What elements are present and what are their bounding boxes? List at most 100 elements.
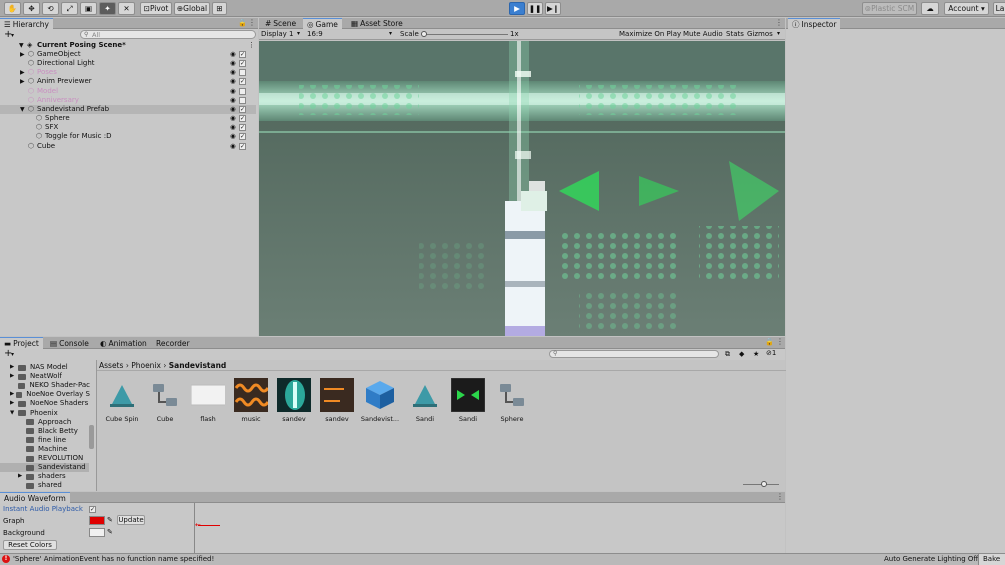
layers-dropdown[interactable]: La <box>993 2 1005 15</box>
gizmos-dropdown[interactable]: Gizmos <box>747 30 773 38</box>
folder-item[interactable]: Black Betty <box>18 427 95 436</box>
breadcrumb-sandevistand[interactable]: Sandevistand <box>169 361 227 370</box>
active-checkbox[interactable]: ✓ <box>239 142 246 150</box>
folder-item[interactable]: REVOLUTION <box>18 454 95 463</box>
update-button[interactable]: Update <box>117 515 145 525</box>
maximize-on-play-toggle[interactable]: Maximize On Play <box>619 30 681 38</box>
rotate-tool-icon[interactable]: ⟲ <box>42 2 59 15</box>
collapse-arrow-icon[interactable]: ▶ <box>20 50 25 59</box>
grid-snap-icon[interactable]: ⊞ <box>212 2 227 15</box>
tab-recorder[interactable]: Recorder <box>152 337 194 349</box>
asset-sandi-clip[interactable]: Sandi <box>405 378 445 428</box>
kebab-menu-icon[interactable]: ⋮ <box>776 492 784 501</box>
game-viewport[interactable] <box>259 41 785 336</box>
active-checkbox[interactable] <box>239 96 246 104</box>
expand-arrow-icon[interactable]: ▼ <box>20 105 25 114</box>
tab-animation[interactable]: ◐ Animation <box>96 337 151 349</box>
hierarchy-item[interactable]: ⬡ Cube ◉ ✓ <box>0 142 256 151</box>
icon-size-slider-handle[interactable] <box>761 481 767 487</box>
aspect-dropdown[interactable]: 16:9 ▾ <box>307 30 395 39</box>
view-menu-icon[interactable]: ⋮ <box>775 18 783 27</box>
asset-sandev-texture[interactable]: sandev <box>274 378 314 428</box>
account-dropdown[interactable]: Account ▾ <box>944 2 989 15</box>
lock-icon[interactable]: 🔒 <box>238 19 247 27</box>
collapse-arrow-icon[interactable]: ▶ <box>10 390 14 399</box>
hierarchy-item[interactable]: ⬡ Model ◉ <box>0 87 256 96</box>
expand-arrow-icon[interactable]: ▼ <box>10 409 16 418</box>
active-checkbox[interactable]: ✓ <box>239 115 246 123</box>
chevron-down-icon[interactable]: ▾ <box>777 30 780 37</box>
step-button[interactable]: ▶❙ <box>545 2 561 15</box>
custom-tool-icon[interactable]: ✕ <box>118 2 135 15</box>
visibility-eye-icon[interactable]: ◉ <box>230 142 236 151</box>
tab-asset-store[interactable]: ▦ Asset Store <box>347 18 407 29</box>
breadcrumb-assets[interactable]: Assets <box>99 361 123 370</box>
visibility-eye-icon[interactable]: ◉ <box>230 105 236 114</box>
asset-sandevistand-prefab[interactable]: Sandevist... <box>360 378 400 428</box>
hidden-packages-icon[interactable]: ⊘1 <box>766 349 776 357</box>
hierarchy-item[interactable]: ⬡ SFX ◉ ✓ <box>0 123 256 132</box>
folder-item[interactable]: ▶ NeatWolf <box>10 372 90 381</box>
hierarchy-item[interactable]: ⬡ Toggle for Music :D ◉ ✓ <box>0 132 256 141</box>
mute-audio-toggle[interactable]: Mute Audio <box>683 30 723 38</box>
scene-menu-icon[interactable]: ⋮ <box>248 41 255 50</box>
visibility-eye-icon[interactable]: ◉ <box>230 59 236 68</box>
waveform-display[interactable]: ← <box>195 503 785 553</box>
kebab-menu-icon[interactable]: ⋮ <box>248 18 256 27</box>
pivot-button[interactable]: ⊡ Pivot <box>140 2 172 15</box>
folder-item[interactable]: fine line <box>18 436 95 445</box>
collapse-arrow-icon[interactable]: ▶ <box>18 472 24 481</box>
tab-console[interactable]: ▤ Console <box>46 337 93 349</box>
display-dropdown[interactable]: Display 1 ▾ <box>261 30 303 39</box>
visibility-eye-icon[interactable]: ◉ <box>230 50 236 59</box>
visibility-eye-icon[interactable]: ◉ <box>230 123 236 132</box>
hierarchy-item[interactable]: ▶ ⬡ GameObject ◉ ✓ <box>0 50 256 59</box>
hierarchy-item[interactable]: ⬡ Sphere ◉ ✓ <box>0 114 256 123</box>
favorite-star-icon[interactable]: ★ <box>753 350 759 358</box>
cloud-icon[interactable]: ☁ <box>921 2 939 15</box>
asset-sphere[interactable]: Sphere <box>492 378 532 428</box>
active-checkbox[interactable]: ✓ <box>239 124 246 132</box>
folder-item[interactable]: Machine <box>18 445 95 454</box>
hierarchy-item[interactable]: ▼ ⬡ Sandevistand Prefab ◉ ✓ <box>0 104 256 114</box>
folder-item[interactable]: ▼ Phoenix <box>10 409 90 418</box>
scale-tool-icon[interactable]: ⤢ <box>61 2 78 15</box>
filter-type-icon[interactable]: ⧉ <box>725 350 730 359</box>
status-message[interactable]: 'Sphere' AnimationEvent has no function … <box>13 555 214 563</box>
visibility-eye-icon[interactable]: ◉ <box>230 68 236 77</box>
scene-row[interactable]: ▼ ◈ Current Posing Scene* ⋮ <box>0 41 256 50</box>
asset-music[interactable]: music <box>231 378 271 428</box>
folder-item[interactable]: ▶ shaders <box>18 472 95 481</box>
project-search-input[interactable]: ⚲ <box>549 350 719 358</box>
collapse-arrow-icon[interactable]: ▶ <box>20 68 25 77</box>
folder-item[interactable]: Approach <box>18 418 95 427</box>
tab-game[interactable]: ◎ Game <box>303 18 342 29</box>
hierarchy-item[interactable]: ▶ ⬡ Poses ◉ <box>0 68 256 77</box>
visibility-eye-icon[interactable]: ◉ <box>230 114 236 123</box>
rect-tool-icon[interactable]: ▣ <box>80 2 97 15</box>
collapse-arrow-icon[interactable]: ▶ <box>10 399 16 408</box>
visibility-eye-icon[interactable]: ◉ <box>230 132 236 141</box>
pause-button[interactable]: ❚❚ <box>527 2 543 15</box>
collapse-arrow-icon[interactable]: ▶ <box>10 372 16 381</box>
background-color-swatch[interactable] <box>89 528 105 537</box>
scale-slider-track[interactable] <box>423 34 508 35</box>
asset-sandi-texture[interactable]: Sandi <box>448 378 488 428</box>
asset-cube-spin[interactable]: Cube Spin <box>102 378 142 428</box>
add-dropdown-icon[interactable]: ▾ <box>11 32 14 39</box>
folder-item[interactable]: NEKO Shader-Pac <box>10 381 90 390</box>
stats-toggle[interactable]: Stats <box>726 30 744 38</box>
move-tool-icon[interactable]: ✥ <box>23 2 40 15</box>
kebab-menu-icon[interactable]: ⋮ <box>776 337 784 346</box>
transform-tool-icon[interactable]: ✦ <box>99 2 116 15</box>
active-checkbox[interactable]: ✓ <box>239 78 246 86</box>
asset-flash[interactable]: flash <box>188 378 228 428</box>
hierarchy-item[interactable]: ▶ ⬡ Anim Previewer ◉ ✓ <box>0 77 256 86</box>
visibility-eye-icon[interactable]: ◉ <box>230 87 236 96</box>
filter-label-icon[interactable]: ◆ <box>739 350 744 358</box>
play-button[interactable]: ▶ <box>509 2 525 15</box>
graph-color-swatch[interactable] <box>89 516 105 525</box>
hand-tool-icon[interactable]: ✋ <box>4 2 21 15</box>
scale-slider-handle[interactable] <box>421 31 427 37</box>
folder-item[interactable]: shared <box>18 481 95 490</box>
